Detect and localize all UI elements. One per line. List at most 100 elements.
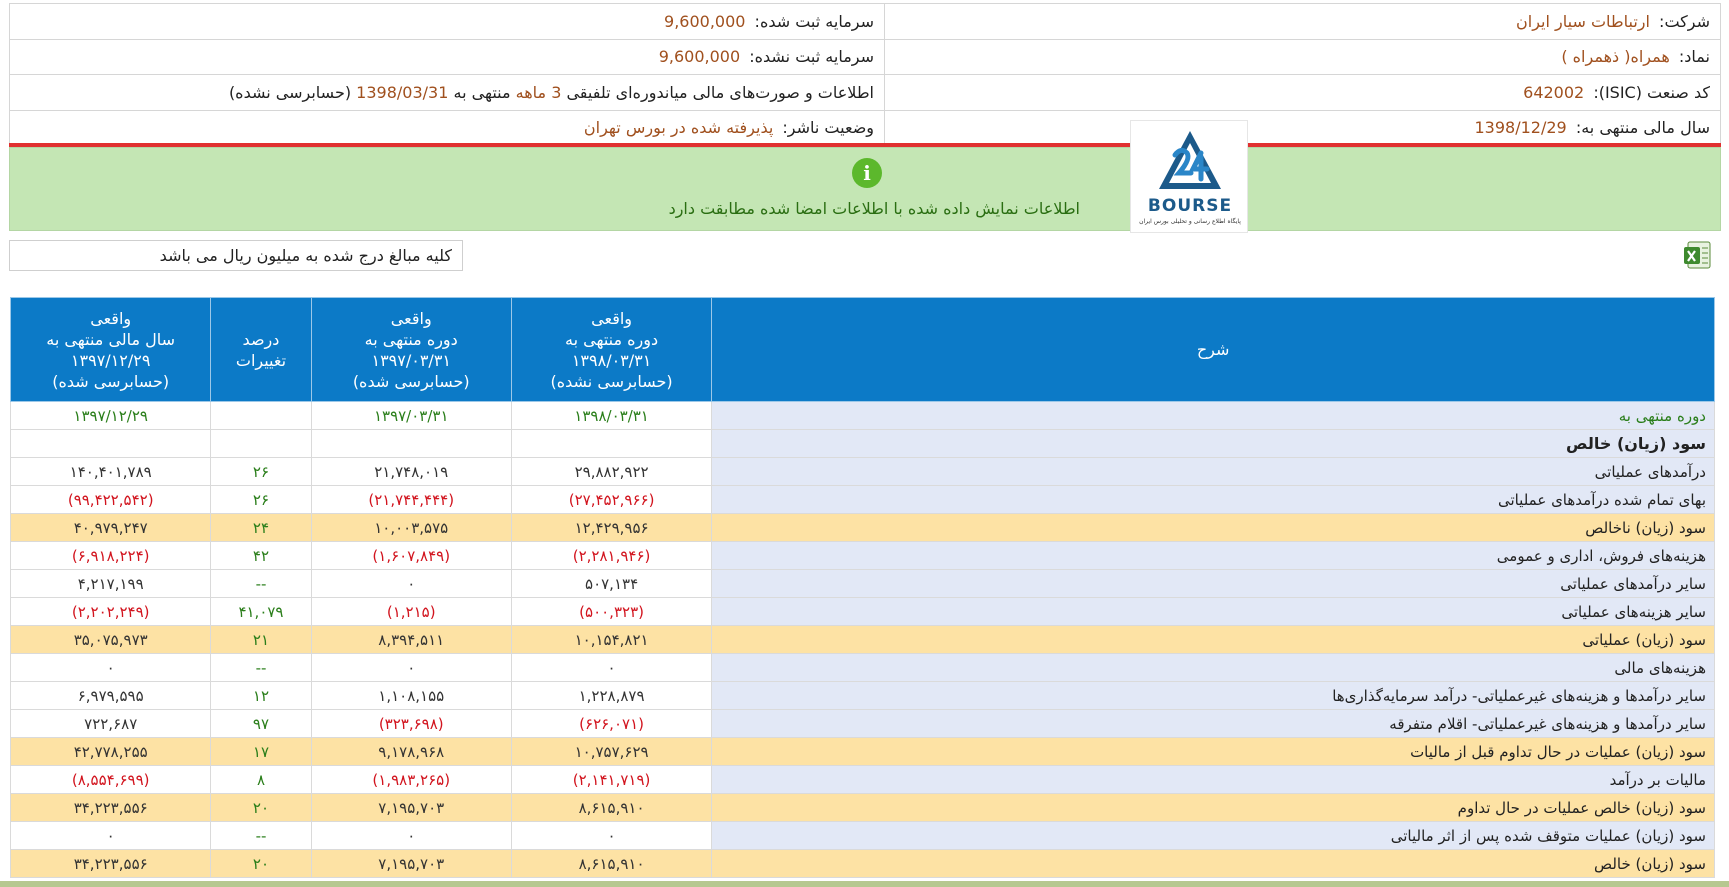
cell-c1: ۲۹,۸۸۲,۹۲۲ [510,457,713,486]
table-row: دوره منتهی به ۱۳۹۸/۰۳/۳۱ ۱۳۹۷/۰۳/۳۱ ۱۳۹۷/۱۲… [9,401,1715,430]
col-header-line: (حسابرسی شده) [52,371,170,391]
col-header-line: ۱۳۹۷/۱۲/۲۹ [70,350,151,370]
company-cell: شرکت: ارتباطات سیار ایران [884,3,1721,40]
cell-c1: ۱,۲۲۸,۸۷۹ [510,681,713,710]
cell-c4: ۰ [9,653,212,682]
cell-c2: (۱,۹۸۳,۲۶۵) [310,765,512,794]
company-value[interactable]: ارتباطات سیار ایران [1516,12,1650,31]
symbol-cell: نماد: همراه( ذهمراه ) [884,38,1721,75]
cell-c4: ۳۴,۲۲۳,۵۵۶ [9,793,212,822]
bottom-strip [0,881,1729,887]
cell-c1 [510,429,713,458]
col-header-line: واقعی [591,308,633,328]
info-row: سال مالی منتهی به: 1398/12/29 وضعیت ناشر… [9,109,1721,146]
cell-c2: ۷,۱۹۵,۷۰۳ [310,849,512,878]
row-description: سود (زیان) عملیات متوقف شده پس از اثر ما… [711,821,1715,850]
col-header-change-percent[interactable]: درصد تغییرات [210,297,312,402]
fiscal-year-label: سال مالی منتهی به: [1575,118,1710,138]
info-row: نماد: همراه( ذهمراه ) سرمایه ثبت نشده: 9… [9,38,1721,75]
isic-value: 642002 [1523,82,1585,102]
fiscal-year-cell: سال مالی منتهی به: 1398/12/29 [884,109,1721,146]
info-row: کد صنعت (ISIC): 642002 اطلاعات و صورت‌ها… [9,74,1721,111]
isic-cell: کد صنعت (ISIC): 642002 [884,74,1721,111]
row-description: هزینه‌های فروش، اداری و عمومی [711,541,1715,570]
cell-c2: ۰ [310,569,512,598]
cell-c1: (۲,۱۴۱,۷۱۹) [510,765,713,794]
row-description: سود (زیان) ناخالص [711,513,1715,542]
col-header-line: (حسابرسی شده) [352,371,470,391]
cell-c1: ۱۲,۴۲۹,۹۵۶ [510,513,713,542]
col-header-line: واقعی [90,308,132,328]
table-row: هزینه‌های مالی ۰ ۰ -- ۰ [9,653,1715,682]
col-header-period-1398[interactable]: واقعی دوره منتهی به ۱۳۹۸/۰۳/۳۱ (حسابرسی … [510,297,713,402]
col-header-line: (حسابرسی نشده) [550,371,673,391]
col-header-line: درصد [242,329,280,349]
company-label: شرکت: [1659,11,1710,31]
col-header-desc[interactable]: شرح [711,297,1715,402]
cell-c4: ۰ [9,821,212,850]
cell-c4: ۴۲,۷۷۸,۲۵۵ [9,737,212,766]
row-description: هزینه‌های مالی [711,653,1715,682]
cell-c2: (۱,۶۰۷,۸۴۹) [310,541,512,570]
table-row: بهای تمام شده درآمدهای عملیاتی (۲۷,۴۵۲,۹۶… [9,485,1715,514]
cell-c2: ۱۳۹۷/۰۳/۳۱ [310,401,512,430]
cell-c2: ۸,۳۹۴,۵۱۱ [310,625,512,654]
table-row: سود (زیان) عملیات متوقف شده پس از اثر ما… [9,821,1715,850]
notice-text: اطلاعات نمایش داده شده با اطلاعات امضا ش… [668,199,1080,218]
cell-c4: (۲,۲۰۲,۲۴۹) [9,597,212,626]
cell-c1: ۱۰,۷۵۷,۶۲۹ [510,737,713,766]
row-description: سود (زیان) عملیاتی [711,625,1715,654]
cell-c4: ۱۳۹۷/۱۲/۲۹ [9,401,212,430]
table-row: هزینه‌های فروش، اداری و عمومی (۲,۲۸۱,۹۴۶)… [9,541,1715,570]
cell-c3: ۴۱,۰۷۹ [210,597,312,626]
table-row: مالیات بر درآمد (۲,۱۴۱,۷۱۹) (۱,۹۸۳,۲۶۵) ۸ (۸… [9,765,1715,794]
cell-c4: ۳۵,۰۷۵,۹۷۳ [9,625,212,654]
table-row: سایر درآمدها و هزینه‌های غیرعملیاتی- اقل… [9,709,1715,738]
cell-c2: (۲۱,۷۴۴,۴۴۴) [310,485,512,514]
cell-c1: ۱۳۹۸/۰۳/۳۱ [510,401,713,430]
cell-c1: ۱۰,۱۵۴,۸۲۱ [510,625,713,654]
report-text-a: اطلاعات و صورت‌های مالی میاندوره‌ای تلفی… [566,82,874,102]
cell-c1: (۵۰۰,۳۲۳) [510,597,713,626]
cell-c3: ۲۱ [210,625,312,654]
cell-c3: ۲۴ [210,513,312,542]
bourse-logo[interactable]: BOURSE پایگاه اطلاع رسانی و تحلیلی بورس … [1130,120,1248,233]
cell-c2: ۱,۱۰۸,۱۵۵ [310,681,512,710]
verification-notice: i اطلاعات نمایش داده شده با اطلاعات امضا… [9,147,1721,231]
cell-c1: (۲۷,۴۵۲,۹۶۶) [510,485,713,514]
cell-c1: ۸,۶۱۵,۹۱۰ [510,793,713,822]
excel-icon[interactable] [1684,240,1712,270]
registered-capital-label: سرمایه ثبت شده: [754,11,874,31]
cell-c1: ۰ [510,653,713,682]
table-row: درآمدهای عملیاتی ۲۹,۸۸۲,۹۲۲ ۲۱,۷۴۸,۰۱۹ ۲۶ ۱۴… [9,457,1715,486]
col-header-line: تغییرات [235,350,287,370]
col-header-line: ۱۳۹۸/۰۳/۳۱ [571,350,652,370]
row-description: سود (زیان) خالص [711,429,1715,458]
cell-c4: ۶,۹۷۹,۵۹۵ [9,681,212,710]
cell-c3 [210,401,312,430]
cell-c1: ۵۰۷,۱۳۴ [510,569,713,598]
cell-c2: ۲۱,۷۴۸,۰۱۹ [310,457,512,486]
row-description: سایر درآمدها و هزینه‌های غیرعملیاتی- اقل… [711,709,1715,738]
col-header-fiscal-year-1397[interactable]: واقعی سال مالی منتهی به ۱۳۹۷/۱۲/۲۹ (حساب… [9,297,212,402]
table-row: سود (زیان) خالص ۸,۶۱۵,۹۱۰ ۷,۱۹۵,۷۰۳ ۲۰ ۳۴,۲۲… [9,849,1715,878]
col-header-period-1397[interactable]: واقعی دوره منتهی به ۱۳۹۷/۰۳/۳۱ (حسابرسی … [310,297,512,402]
isic-label: کد صنعت (ISIC): [1593,82,1710,102]
cell-c4 [9,429,212,458]
report-text-c: (حسابرسی نشده) [228,82,352,102]
cell-c2: ۷,۱۹۵,۷۰۳ [310,793,512,822]
cell-c3 [210,429,312,458]
bourse-logo-icon [1159,131,1221,189]
cell-c1: (۶۲۶,۰۷۱) [510,709,713,738]
col-header-line: دوره منتهی به [364,329,458,349]
logo-word: BOURSE [1147,196,1233,216]
cell-c2: (۱,۲۱۵) [310,597,512,626]
cell-c3: ۲۰ [210,793,312,822]
col-header-line: سال مالی منتهی به [46,329,176,349]
cell-c1: ۸,۶۱۵,۹۱۰ [510,849,713,878]
cell-c3: ۲۰ [210,849,312,878]
cell-c2: (۳۲۳,۶۹۸) [310,709,512,738]
symbol-value[interactable]: همراه( ذهمراه ) [1561,47,1669,66]
table-row: سایر درآمدهای عملیاتی ۵۰۷,۱۳۴ ۰ -- ۴,۲۱۷,۱۹۹ [9,569,1715,598]
row-description: سایر درآمدهای عملیاتی [711,569,1715,598]
